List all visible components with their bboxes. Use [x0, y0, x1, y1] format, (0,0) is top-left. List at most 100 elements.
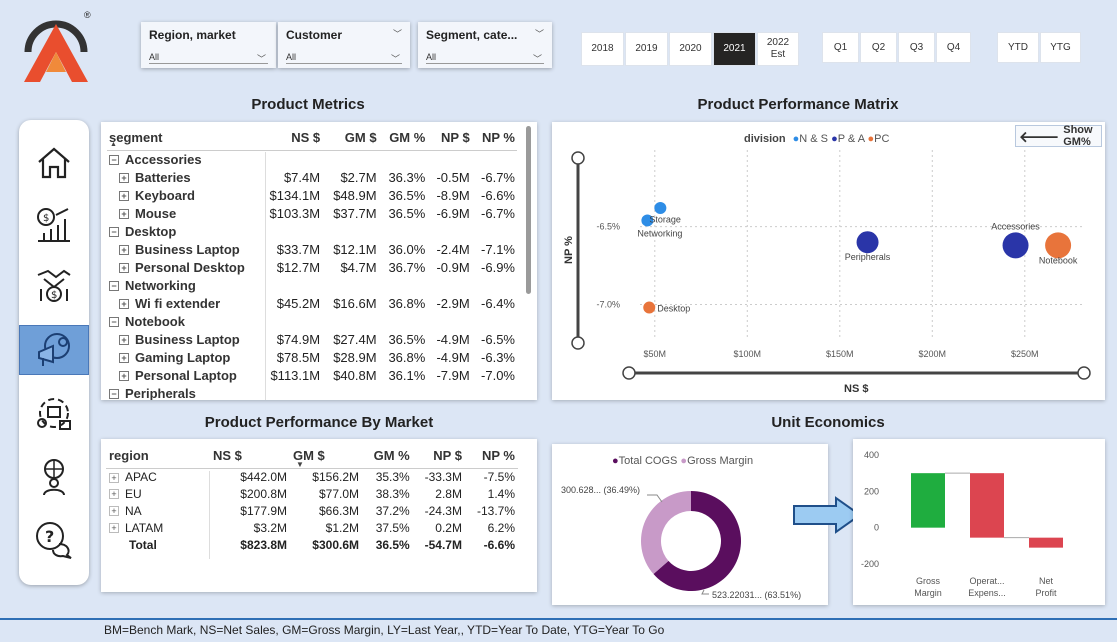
expand-icon[interactable]: +: [119, 353, 129, 364]
quarter-button-q1[interactable]: Q1: [822, 32, 859, 63]
category-row[interactable]: − Notebook: [107, 312, 517, 330]
table-row[interactable]: + Mouse $103.3M $37.7M 36.5% -6.9M -6.7%: [107, 204, 517, 222]
y-zoom-handle-top[interactable]: [571, 151, 585, 165]
table-row[interactable]: + APAC $442.0M $156.2M 35.3% -33.3M -7.5%: [106, 468, 518, 485]
year-button-2018[interactable]: 2018: [581, 32, 624, 66]
nav-executive[interactable]: [19, 452, 89, 502]
waterfall-bar[interactable]: [1029, 537, 1063, 548]
table-row[interactable]: + Personal Laptop $113.1M $40.8M 36.1% -7.9M -…: [107, 366, 517, 384]
chevron-down-icon[interactable]: ﹀: [257, 52, 266, 65]
region-market-slicer[interactable]: Region, market All ﹀: [141, 22, 276, 68]
slicer-value[interactable]: All ﹀: [286, 52, 402, 64]
expand-icon[interactable]: +: [119, 245, 129, 256]
collapse-icon[interactable]: −: [109, 227, 119, 238]
waterfall-bar[interactable]: [911, 473, 945, 528]
expand-icon[interactable]: +: [109, 506, 119, 517]
table-row[interactable]: + NA $177.9M $66.3M 37.2% -24.3M -13.7%: [106, 502, 518, 519]
ytd-button[interactable]: YTD: [997, 32, 1039, 63]
column-header-np-pct[interactable]: NP %: [465, 444, 518, 468]
year-button-2021[interactable]: 2021: [713, 32, 756, 66]
slicer-value[interactable]: All ﹀: [149, 52, 268, 64]
category-row[interactable]: − Networking: [107, 276, 517, 294]
expand-icon[interactable]: +: [119, 173, 129, 184]
chevron-down-icon[interactable]: ﹀: [533, 52, 542, 65]
ytg-button[interactable]: YTG: [1040, 32, 1081, 63]
expand-icon[interactable]: +: [119, 371, 129, 382]
category-row[interactable]: − Accessories: [107, 150, 517, 168]
column-header-np[interactable]: NP $: [413, 444, 465, 468]
sort-up-icon: ▲: [110, 141, 117, 148]
region-name: NA: [125, 503, 142, 518]
total-row[interactable]: Total $823.8M $300.6M 36.5% -54.7M -6.6%: [106, 536, 518, 553]
table-row[interactable]: + Personal Desktop $12.7M $4.7M 36.7% -0.9M -6…: [107, 258, 517, 276]
quarter-button-q2[interactable]: Q2: [860, 32, 897, 63]
table-row[interactable]: + Business Laptop $33.7M $12.1M 36.0% -2.4M -7…: [107, 240, 517, 258]
table-row[interactable]: + Keyboard $134.1M $48.9M 36.5% -8.9M -6.6%: [107, 186, 517, 204]
chevron-down-icon[interactable]: ﹀: [535, 27, 544, 40]
expand-icon[interactable]: +: [109, 489, 119, 500]
nav-finance[interactable]: $: [19, 200, 89, 250]
year-button-2019[interactable]: 2019: [625, 32, 668, 66]
scatter-point[interactable]: [654, 202, 667, 214]
category-row[interactable]: − Desktop: [107, 222, 517, 240]
quarter-button-q3[interactable]: Q3: [898, 32, 935, 63]
expand-icon[interactable]: +: [119, 191, 129, 202]
y-zoom-handle-bottom[interactable]: [571, 336, 585, 350]
expand-icon[interactable]: +: [109, 523, 119, 534]
expand-icon[interactable]: +: [119, 263, 129, 274]
segment-cell: − Notebook: [107, 312, 257, 330]
x-zoom-handle-left[interactable]: [622, 366, 636, 380]
column-header-ns[interactable]: NS $: [210, 444, 290, 468]
expand-icon[interactable]: +: [109, 472, 119, 483]
expand-icon[interactable]: +: [119, 299, 129, 310]
chevron-down-icon[interactable]: ﹀: [391, 52, 400, 65]
scrollbar[interactable]: [526, 126, 531, 294]
table-row[interactable]: + Wi fi extender $45.2M $16.6M 36.8% -2.9M -6.…: [107, 294, 517, 312]
nav-help[interactable]: ?: [19, 515, 89, 565]
waterfall-bar[interactable]: [970, 473, 1004, 538]
nav-marketing[interactable]: [19, 325, 89, 375]
column-header-gm-pct[interactable]: GM %: [379, 126, 428, 150]
column-header-np[interactable]: NP $: [427, 126, 471, 150]
column-header-gm[interactable]: GM $: [322, 126, 378, 150]
table-row[interactable]: + Gaming Laptop $78.5M $28.9M 36.8% -4.9M -6.3…: [107, 348, 517, 366]
collapse-icon[interactable]: −: [109, 281, 119, 292]
region-cell: + APAC: [106, 468, 210, 485]
column-header-np-pct[interactable]: NP %: [472, 126, 517, 150]
cell-ns: $78.5M: [276, 349, 321, 365]
column-header-ns[interactable]: NS $: [257, 126, 322, 150]
expand-icon[interactable]: +: [119, 209, 129, 220]
cell-npp: -7.1%: [481, 241, 515, 257]
category-row[interactable]: − Peripherals: [107, 384, 517, 400]
scatter-point[interactable]: [856, 231, 879, 254]
scatter-point[interactable]: [1002, 232, 1029, 259]
cell-np: [427, 222, 471, 240]
customer-slicer[interactable]: Customer ﹀ All ﹀: [278, 22, 410, 68]
scatter-point[interactable]: [643, 301, 656, 314]
column-header-gm-pct[interactable]: GM %: [362, 444, 413, 468]
expand-icon[interactable]: +: [119, 335, 129, 346]
collapse-icon[interactable]: −: [109, 389, 119, 400]
table-row[interactable]: + LATAM $3.2M $1.2M 37.5% 0.2M 6.2%: [106, 519, 518, 536]
table-row[interactable]: + EU $200.8M $77.0M 38.3% 2.8M 1.4%: [106, 485, 518, 502]
year-button-2020[interactable]: 2020: [669, 32, 712, 66]
collapse-icon[interactable]: −: [109, 317, 119, 328]
quarter-button-q4[interactable]: Q4: [936, 32, 971, 63]
table-row[interactable]: + Batteries $7.4M $2.7M 36.3% -0.5M -6.7%: [107, 168, 517, 186]
nav-sales[interactable]: $: [19, 260, 89, 310]
nav-home[interactable]: [19, 138, 89, 188]
chevron-down-icon[interactable]: ﹀: [393, 27, 402, 40]
cell-gmp: 38.3%: [375, 486, 410, 501]
segment-cell: + Batteries: [107, 168, 257, 186]
year-button-2022-est[interactable]: 2022 Est: [757, 32, 799, 66]
segment-slicer[interactable]: Segment, cate... ﹀ All ﹀: [418, 22, 552, 68]
collapse-icon[interactable]: −: [109, 155, 119, 166]
cell-np: -4.9M: [436, 349, 470, 365]
column-header-segment[interactable]: segment: [107, 126, 257, 150]
slicer-value[interactable]: All ﹀: [426, 52, 544, 64]
x-zoom-handle-right[interactable]: [1077, 366, 1091, 380]
nav-supply-chain[interactable]: [19, 388, 89, 438]
table-row[interactable]: + Business Laptop $74.9M $27.4M 36.5% -4.9M -6…: [107, 330, 517, 348]
donut-slice[interactable]: [641, 491, 691, 575]
column-header-region[interactable]: region: [106, 444, 210, 468]
